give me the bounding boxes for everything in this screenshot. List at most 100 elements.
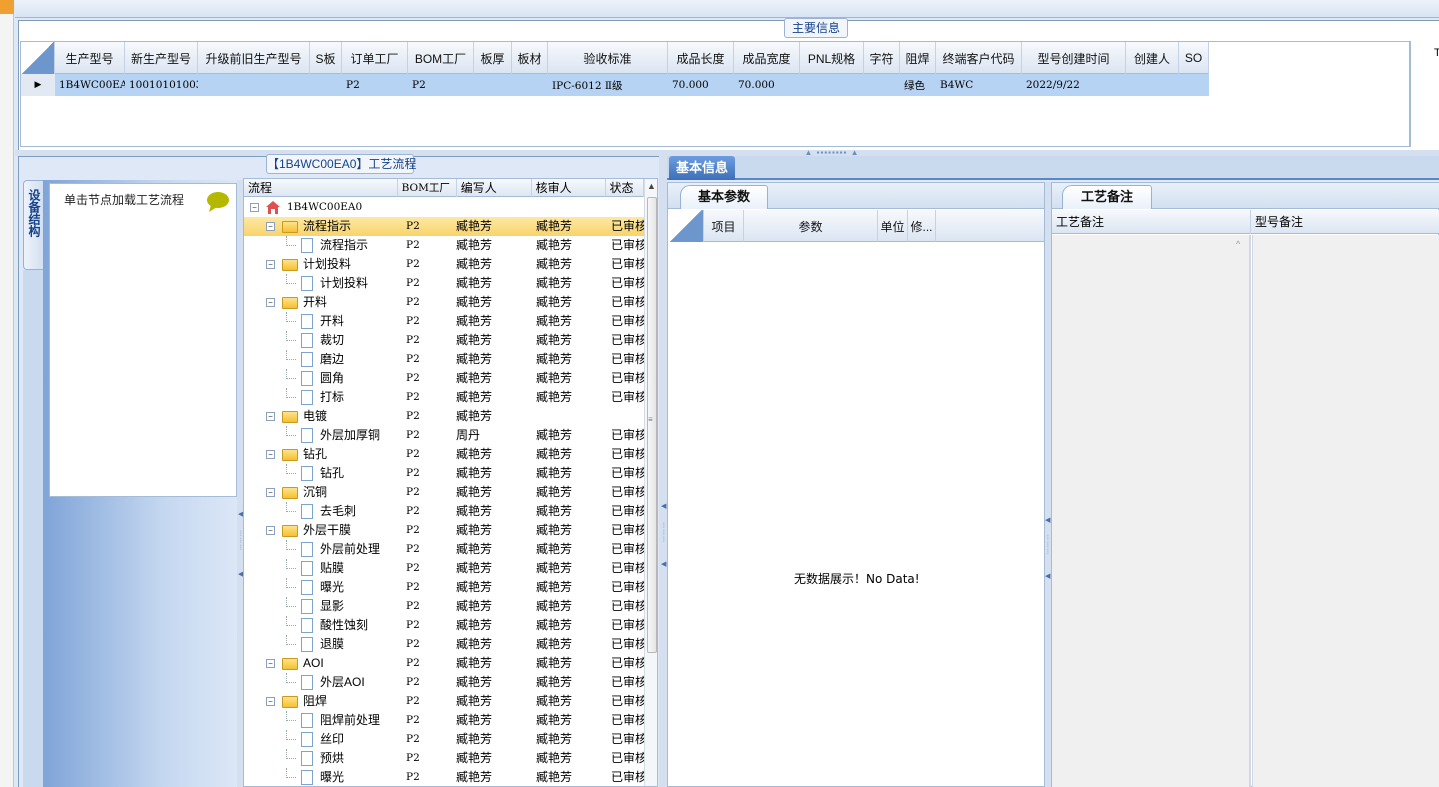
main-col-header[interactable]: 字符	[864, 42, 900, 74]
tree-row[interactable]: 外层前处理 P2 臧艳芳 臧艳芳 已审核	[244, 540, 644, 559]
tree-row[interactable]: 曝光 P2 臧艳芳 臧艳芳 已审核	[244, 768, 644, 786]
collapse-toggle-icon[interactable]: −	[266, 298, 275, 307]
tree-row[interactable]: 酸性蚀刻 P2 臧艳芳 臧艳芳 已审核	[244, 616, 644, 635]
main-col-header[interactable]: 成品宽度	[734, 42, 800, 74]
process-remark-textarea[interactable]: ^	[1052, 235, 1251, 787]
main-cell[interactable]	[1126, 74, 1179, 96]
main-col-header[interactable]: S板	[310, 42, 342, 74]
main-cell[interactable]: 10010101003127	[125, 74, 198, 96]
model-remark-textarea[interactable]	[1252, 235, 1439, 787]
collapse-toggle-icon[interactable]: −	[266, 260, 275, 269]
collapse-left-icon[interactable]: ◀	[1045, 516, 1050, 524]
main-col-header[interactable]: 订单工厂	[342, 42, 408, 74]
tree-row[interactable]: 退膜 P2 臧艳芳 臧艳芳 已审核	[244, 635, 644, 654]
tree-row[interactable]: − AOI P2 臧艳芳 臧艳芳 已审核	[244, 654, 644, 673]
tree-row[interactable]: − 外层干膜 P2 臧艳芳 臧艳芳 已审核	[244, 521, 644, 540]
tree-row[interactable]: 打标 P2 臧艳芳 臧艳芳 已审核	[244, 388, 644, 407]
collapse-left-icon[interactable]: ◀	[1045, 572, 1050, 580]
main-cell[interactable]	[512, 74, 548, 96]
main-col-header[interactable]: BOM工厂	[408, 42, 474, 74]
process-col-header[interactable]: BOM工厂	[398, 179, 457, 197]
tree-row[interactable]: 丝印 P2 臧艳芳 臧艳芳 已审核	[244, 730, 644, 749]
collapse-left-icon[interactable]: ◀	[661, 560, 666, 568]
main-col-header[interactable]: 验收标准	[548, 42, 668, 74]
main-cell[interactable]: B4WC	[936, 74, 1022, 96]
main-info-grid[interactable]: 生产型号 新生产型号 升级前旧生产型号 S板 订单工厂 BOM工厂 板厚 板材 验收标准 成品长度…	[20, 41, 1410, 147]
basic-col-header[interactable]: 项目	[704, 210, 744, 242]
collapse-toggle-icon[interactable]: −	[266, 697, 275, 706]
basic-col-header[interactable]: 参数	[744, 210, 878, 242]
process-grid-body[interactable]: −1B4WC00EA0− 流程指示 P2 臧艳芳 臧艳芳 已审核 流程指示 P2 臧艳芳 臧艳芳已…	[244, 198, 644, 786]
main-cell[interactable]	[800, 74, 864, 96]
main-col-header[interactable]: 板材	[512, 42, 548, 74]
tree-row[interactable]: − 流程指示 P2 臧艳芳 臧艳芳 已审核	[244, 217, 644, 236]
main-col-header[interactable]: SO	[1179, 42, 1209, 74]
main-col-header[interactable]: 型号创建时间	[1022, 42, 1126, 74]
scroll-up-icon[interactable]: ▲	[647, 181, 656, 191]
process-col-header[interactable]: 编写人	[457, 179, 532, 197]
tree-row[interactable]: 曝光 P2 臧艳芳 臧艳芳 已审核	[244, 578, 644, 597]
tree-root-row[interactable]: − 1B4WC00EA0	[244, 198, 644, 217]
scrollbar-thumb[interactable]	[647, 197, 657, 653]
tab-device-structure[interactable]: 设备结构	[23, 180, 43, 270]
main-cell[interactable]: 70.000	[734, 74, 800, 96]
main-col-header[interactable]: 阻焊	[900, 42, 936, 74]
tree-row[interactable]: 显影 P2 臧艳芳 臧艳芳 已审核	[244, 597, 644, 616]
tree-row[interactable]: − 电镀 P2 臧艳芳	[244, 407, 644, 426]
select-all-corner[interactable]	[668, 210, 704, 242]
basic-col-header[interactable]: 单位	[878, 210, 908, 242]
tree-row[interactable]: 去毛刺 P2 臧艳芳 臧艳芳 已审核	[244, 502, 644, 521]
vertical-splitter-middle[interactable]: ◀ ⋮ ⋮ ⋮ ◀	[659, 156, 667, 787]
main-col-header[interactable]: 板厚	[474, 42, 512, 74]
main-cell[interactable]: 绿色	[900, 74, 936, 96]
tab-basic-params[interactable]: 基本参数	[680, 185, 768, 209]
tree-row[interactable]: 贴膜 P2 臧艳芳 臧艳芳 已审核	[244, 559, 644, 578]
main-cell[interactable]	[474, 74, 512, 96]
tree-row[interactable]: − 沉铜 P2 臧艳芳 臧艳芳 已审核	[244, 483, 644, 502]
process-col-header[interactable]: 状态	[606, 179, 644, 197]
tree-row[interactable]: 计划投料 P2 臧艳芳 臧艳芳 已审核	[244, 274, 644, 293]
main-cell[interactable]	[198, 74, 310, 96]
collapse-toggle-icon[interactable]: −	[266, 526, 275, 535]
tree-row[interactable]: 流程指示 P2 臧艳芳 臧艳芳 已审核	[244, 236, 644, 255]
process-col-header[interactable]: 核审人	[532, 179, 606, 197]
tree-row[interactable]: 开料 P2 臧艳芳 臧艳芳 已审核	[244, 312, 644, 331]
main-cell[interactable]: 2022/9/22	[1022, 74, 1126, 96]
vertical-scrollbar[interactable]: ▲ ≡	[644, 179, 657, 786]
speech-bubble-icon[interactable]	[206, 191, 230, 213]
main-col-header[interactable]: 创建人	[1126, 42, 1179, 74]
main-cell[interactable]: P2	[342, 74, 408, 96]
main-col-header[interactable]: PNL规格	[800, 42, 864, 74]
main-col-header[interactable]: 成品长度	[668, 42, 734, 74]
collapse-toggle-icon[interactable]: −	[266, 222, 275, 231]
scroll-up-icon[interactable]: ^	[1236, 239, 1240, 249]
tree-row[interactable]: 圆角 P2 臧艳芳 臧艳芳 已审核	[244, 369, 644, 388]
tree-row[interactable]: − 开料 P2 臧艳芳 臧艳芳 已审核	[244, 293, 644, 312]
select-all-corner[interactable]	[21, 42, 55, 74]
tree-row[interactable]: 钻孔 P2 臧艳芳 臧艳芳 已审核	[244, 464, 644, 483]
main-col-header[interactable]: 升级前旧生产型号	[198, 42, 310, 74]
main-col-header[interactable]: 新生产型号	[125, 42, 198, 74]
main-cell[interactable]: IPC-6012 Ⅱ级	[548, 74, 668, 96]
tree-row[interactable]: − 计划投料 P2 臧艳芳 臧艳芳 已审核	[244, 255, 644, 274]
tree-row[interactable]: 外层加厚铜 P2 周丹 臧艳芳 已审核	[244, 426, 644, 445]
main-cell[interactable]: 70.000	[668, 74, 734, 96]
table-row[interactable]: ▶1B4WC00EA010010101003127 P2P2 IPC-6012 Ⅱ级…	[21, 74, 1209, 96]
process-tree-grid[interactable]: 流程 BOM工厂 编写人 核审人 状态 −1B4WC00EA0− 流程指示 P2 臧艳芳 臧艳芳…	[243, 178, 658, 787]
tab-basic-info[interactable]: 基本信息	[669, 156, 735, 180]
collapse-toggle-icon[interactable]: −	[266, 450, 275, 459]
collapse-toggle-icon[interactable]: −	[266, 659, 275, 668]
main-cell[interactable]: P2	[408, 74, 474, 96]
structure-tree[interactable]	[49, 183, 237, 497]
main-cell[interactable]	[310, 74, 342, 96]
tree-row[interactable]: 外层AOI P2 臧艳芳 臧艳芳 已审核	[244, 673, 644, 692]
tree-row[interactable]: − 钻孔 P2 臧艳芳 臧艳芳 已审核	[244, 445, 644, 464]
basic-col-header[interactable]: 修...	[908, 210, 936, 242]
main-col-header[interactable]: 生产型号	[55, 42, 125, 74]
main-col-header[interactable]: 终端客户代码	[936, 42, 1022, 74]
tree-row[interactable]: 裁切 P2 臧艳芳 臧艳芳 已审核	[244, 331, 644, 350]
tree-row[interactable]: − 阻焊 P2 臧艳芳 臧艳芳 已审核	[244, 692, 644, 711]
tab-process-remark[interactable]: 工艺备注	[1062, 185, 1152, 209]
collapse-toggle-icon[interactable]: −	[250, 203, 259, 212]
collapse-toggle-icon[interactable]: −	[266, 412, 275, 421]
